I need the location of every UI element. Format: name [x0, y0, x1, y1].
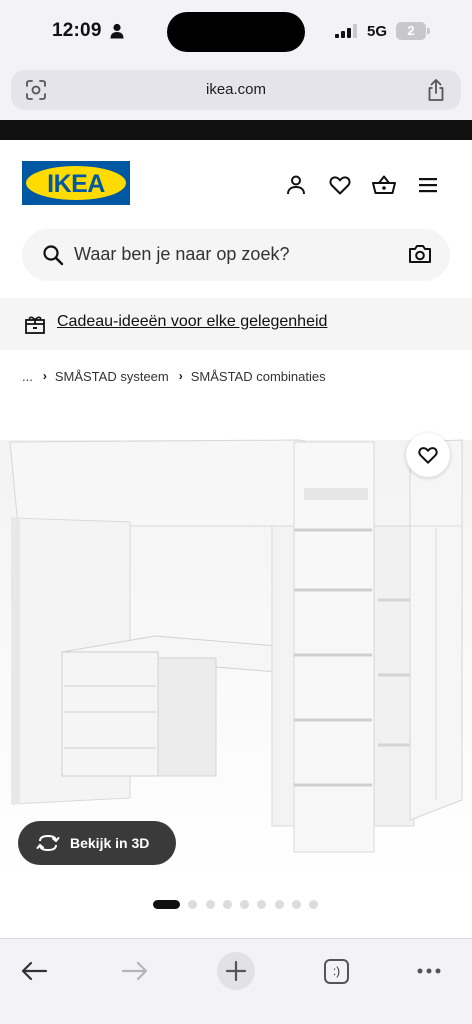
- breadcrumb-item[interactable]: SMÅSTAD systeem: [55, 369, 169, 384]
- forward-icon[interactable]: [115, 951, 155, 991]
- chevron-right-icon: ›: [42, 369, 47, 383]
- menu-icon[interactable]: [416, 173, 440, 197]
- gallery-dot[interactable]: [222, 899, 232, 909]
- gallery-dot[interactable]: [240, 899, 250, 909]
- battery-icon: 2: [396, 22, 430, 40]
- view-3d-label: Bekijk in 3D: [70, 835, 150, 851]
- rotate-3d-icon: [36, 834, 60, 852]
- address-bar[interactable]: ikea.com: [11, 70, 461, 110]
- share-icon[interactable]: [426, 78, 446, 102]
- gallery-dot[interactable]: [257, 899, 267, 909]
- breadcrumb-item[interactable]: SMÅSTAD combinaties: [191, 369, 326, 384]
- search-bar[interactable]: Waar ben je naar op zoek?: [22, 229, 450, 281]
- more-options-icon[interactable]: [409, 951, 449, 991]
- favorite-button[interactable]: [406, 433, 450, 477]
- heart-icon[interactable]: [328, 173, 352, 197]
- search-input[interactable]: Waar ben je naar op zoek?: [74, 244, 289, 265]
- status-time: 12:09: [52, 20, 102, 41]
- chevron-right-icon: ›: [178, 369, 183, 383]
- gallery-dot[interactable]: [205, 899, 215, 909]
- breadcrumb: ... › SMÅSTAD systeem › SMÅSTAD combinat…: [22, 366, 326, 386]
- gallery-pagination: [153, 899, 327, 909]
- gift-icon: [25, 316, 45, 334]
- new-tab-icon[interactable]: [216, 951, 256, 991]
- site-header: IKEA: [0, 140, 472, 230]
- top-banner-strip: [0, 120, 472, 140]
- ikea-logo[interactable]: IKEA: [22, 161, 130, 205]
- browser-address-area: ikea.com: [0, 62, 472, 120]
- breadcrumb-ellipsis[interactable]: ...: [22, 369, 33, 384]
- status-bar: 12:09 5G 2: [0, 0, 472, 62]
- tabs-button[interactable]: :): [316, 951, 356, 991]
- promo-link[interactable]: Cadeau-ideeën voor elke gelegenheid: [57, 313, 327, 331]
- url-text[interactable]: ikea.com: [11, 81, 461, 98]
- person-icon: [110, 23, 124, 39]
- gallery-dot[interactable]: [274, 899, 284, 909]
- camera-icon[interactable]: [408, 243, 432, 265]
- signal-icon: [335, 24, 357, 38]
- heart-icon: [418, 447, 438, 464]
- basket-icon[interactable]: [372, 173, 396, 197]
- dynamic-island: [167, 12, 305, 52]
- browser-toolbar: :): [0, 938, 472, 1024]
- view-3d-button[interactable]: Bekijk in 3D: [18, 821, 176, 865]
- tabs-count: :): [324, 959, 349, 984]
- user-icon[interactable]: [284, 173, 308, 197]
- battery-level: 2: [407, 23, 415, 38]
- svg-text:IKEA: IKEA: [47, 170, 105, 198]
- back-icon[interactable]: [14, 951, 54, 991]
- network-type: 5G: [367, 23, 388, 40]
- gallery-dot[interactable]: [188, 899, 198, 909]
- gallery-dot[interactable]: [309, 899, 319, 909]
- gallery-dot[interactable]: [153, 899, 180, 909]
- gallery-dot[interactable]: [292, 899, 302, 909]
- search-icon: [43, 245, 64, 266]
- promo-banner[interactable]: Cadeau-ideeën voor elke gelegenheid: [0, 298, 472, 350]
